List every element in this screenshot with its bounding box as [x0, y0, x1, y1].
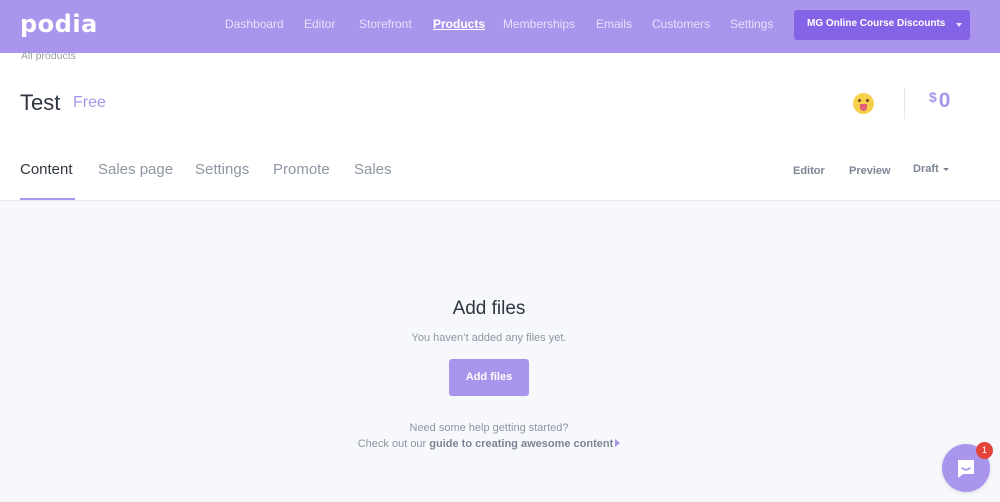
nav-memberships[interactable]: Memberships — [503, 17, 575, 31]
status-dropdown[interactable]: Draft — [913, 163, 949, 175]
chevron-down-icon — [942, 167, 949, 171]
nav-editor[interactable]: Editor — [304, 17, 335, 31]
nav-settings[interactable]: Settings — [730, 17, 773, 31]
tab-sales-page[interactable]: Sales page — [98, 161, 173, 178]
help-text: Need some help getting started? — [409, 422, 569, 434]
editor-button[interactable]: Editor — [793, 165, 825, 177]
empty-state-title: Add files — [452, 298, 526, 319]
breadcrumb-all-products[interactable]: All products — [21, 50, 76, 62]
nav-storefront[interactable]: Storefront — [359, 17, 412, 31]
currency-symbol: $ — [929, 89, 937, 105]
status-label: Draft — [913, 163, 939, 175]
empty-state-subtitle: You haven’t added any files yet. — [411, 332, 567, 344]
guide-link[interactable]: guide to creating awesome content — [429, 438, 613, 450]
tab-sales[interactable]: Sales — [354, 161, 392, 178]
tab-promote[interactable]: Promote — [273, 161, 330, 178]
account-switcher-button[interactable]: MG Online Course Discounts — [794, 10, 970, 40]
account-name: MG Online Course Discounts — [807, 18, 946, 29]
product-price-type: Free — [73, 94, 106, 111]
add-files-button[interactable]: Add files — [449, 359, 529, 396]
help-prefix: Check out our — [357, 438, 430, 450]
help-guide-line: Check out our guide to creating awesome … — [0, 438, 978, 450]
active-tab-indicator — [20, 198, 75, 200]
chat-icon — [958, 460, 974, 478]
nav-emails[interactable]: Emails — [596, 17, 632, 31]
face-with-tongue-icon — [853, 93, 874, 114]
play-arrow-icon — [615, 439, 621, 447]
revenue-total: $0 — [929, 89, 950, 113]
tab-content[interactable]: Content — [20, 161, 73, 178]
product-header: All products Test Free $0 Content Sales … — [0, 50, 1000, 201]
notification-badge: 1 — [976, 442, 993, 459]
product-title: Test — [20, 90, 61, 115]
top-navigation-bar: podia Dashboard Editor Storefront Produc… — [0, 0, 1000, 53]
preview-button[interactable]: Preview — [849, 165, 891, 177]
nav-customers[interactable]: Customers — [652, 17, 710, 31]
revenue-amount: 0 — [938, 89, 951, 112]
tab-settings[interactable]: Settings — [195, 161, 249, 178]
divider — [904, 88, 905, 119]
nav-products[interactable]: Products — [433, 17, 485, 31]
chevron-down-icon — [956, 23, 962, 27]
podia-logo[interactable]: podia — [20, 10, 98, 38]
nav-dashboard[interactable]: Dashboard — [225, 17, 284, 31]
